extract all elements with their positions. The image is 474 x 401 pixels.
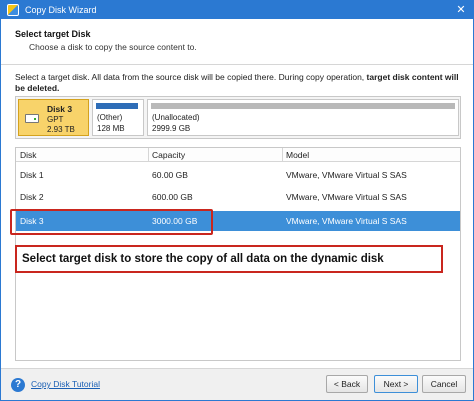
- page-subtitle: Choose a disk to copy the source content…: [29, 42, 197, 52]
- table-row-disk-2[interactable]: Disk 2 600.00 GB VMware, VMware Virtual …: [16, 187, 460, 207]
- partition-other-size: 128 MB: [97, 124, 125, 133]
- cancel-button[interactable]: Cancel: [422, 375, 466, 393]
- cell-capacity: 600.00 GB: [152, 192, 193, 202]
- wizard-header: Select target Disk Choose a disk to copy…: [1, 19, 473, 65]
- disk-map-name: Disk 3: [47, 104, 73, 114]
- copy-disk-wizard-window: Copy Disk Wizard ✕ Select target Disk Ch…: [0, 0, 474, 401]
- window-title: Copy Disk Wizard: [25, 5, 97, 15]
- copy-disk-tutorial-link[interactable]: Copy Disk Tutorial: [31, 379, 100, 389]
- disk-map-type: GPT: [47, 115, 64, 124]
- back-button[interactable]: < Back: [326, 375, 368, 393]
- partition-unallocated-bar: [151, 103, 455, 109]
- partition-unallocated-name: (Unallocated): [152, 113, 200, 122]
- disk-map-label[interactable]: Disk 3 GPT 2.93 TB: [18, 99, 89, 136]
- partition-other-name: (Other): [97, 113, 123, 122]
- column-header-model[interactable]: Model: [286, 150, 309, 160]
- cell-disk: Disk 2: [20, 192, 44, 202]
- selection-highlight-box: [10, 209, 213, 235]
- table-header: Disk Capacity Model: [16, 148, 460, 162]
- instructions-main: Select a target disk. All data from the …: [15, 72, 365, 82]
- partition-unallocated-size: 2999.9 GB: [152, 124, 191, 133]
- disk-map: Disk 3 GPT 2.93 TB (Other) 128 MB (Unall…: [15, 96, 461, 139]
- cell-model: VMware, VMware Virtual S SAS: [286, 216, 407, 226]
- column-header-disk[interactable]: Disk: [20, 150, 37, 160]
- instructions-text: Select a target disk. All data from the …: [15, 72, 461, 94]
- page-title: Select target Disk: [15, 29, 91, 39]
- wizard-footer: ? Copy Disk Tutorial < Back Next > Cance…: [1, 368, 473, 400]
- partition-other-bar: [96, 103, 138, 109]
- cell-capacity: 60.00 GB: [152, 170, 188, 180]
- column-header-capacity[interactable]: Capacity: [152, 150, 185, 160]
- partition-other[interactable]: (Other) 128 MB: [92, 99, 144, 136]
- close-icon[interactable]: ✕: [453, 3, 469, 17]
- partition-unallocated[interactable]: (Unallocated) 2999.9 GB: [147, 99, 459, 136]
- title-bar[interactable]: Copy Disk Wizard ✕: [1, 1, 473, 19]
- disk-map-size: 2.93 TB: [47, 125, 75, 134]
- column-divider[interactable]: [148, 148, 149, 162]
- table-row-disk-1[interactable]: Disk 1 60.00 GB VMware, VMware Virtual S…: [16, 165, 460, 185]
- hard-drive-icon: [25, 114, 39, 123]
- cell-model: VMware, VMware Virtual S SAS: [286, 192, 407, 202]
- cell-model: VMware, VMware Virtual S SAS: [286, 170, 407, 180]
- cell-disk: Disk 1: [20, 170, 44, 180]
- column-divider[interactable]: [282, 148, 283, 162]
- next-button[interactable]: Next >: [374, 375, 418, 393]
- annotation-callout: Select target disk to store the copy of …: [15, 245, 443, 273]
- annotation-text: Select target disk to store the copy of …: [22, 253, 384, 265]
- app-logo-icon: [7, 4, 19, 16]
- help-icon[interactable]: ?: [11, 378, 25, 392]
